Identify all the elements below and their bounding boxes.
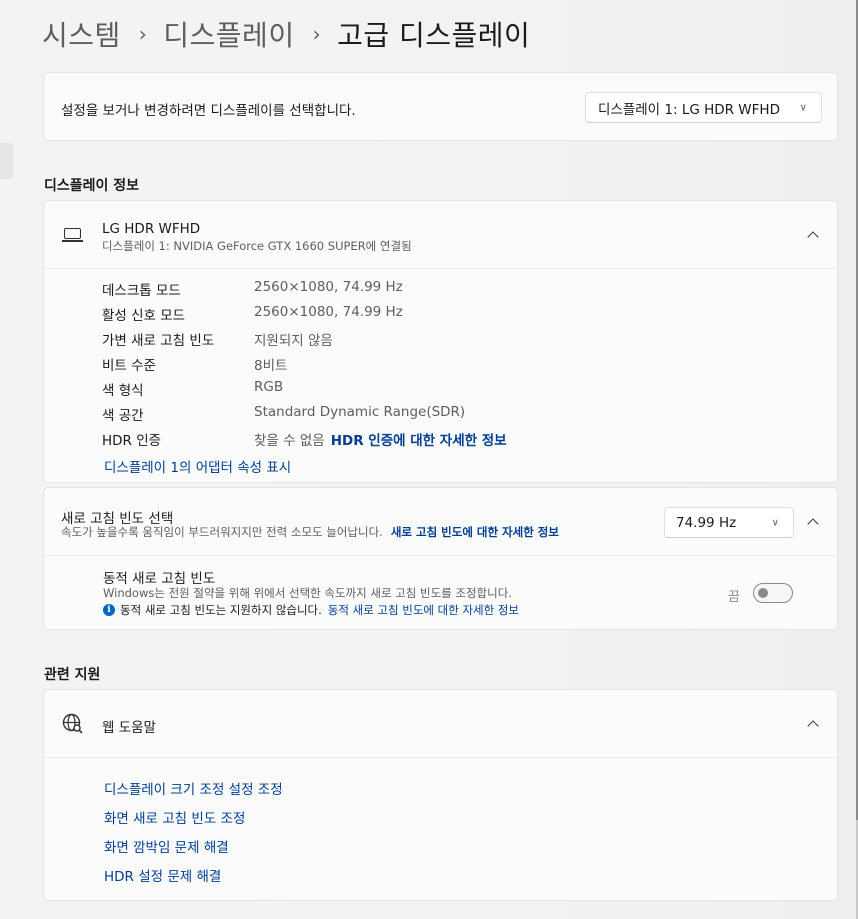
- breadcrumb: 시스템 › 디스플레이 › 고급 디스플레이: [42, 14, 530, 54]
- chevron-up-icon[interactable]: [807, 516, 819, 528]
- spec-value: 찾을 수 없음 HDR 인증에 대한 자세한 정보: [254, 429, 507, 449]
- refresh-rate-desc: 속도가 높을수록 움직임이 부드러워지지만 전력 소모도 늘어납니다. 새로 고침…: [61, 524, 559, 540]
- spec-value: Standard Dynamic Range(SDR): [254, 404, 466, 420]
- spec-value: RGB: [254, 379, 284, 395]
- hdr-cert-link[interactable]: HDR 인증에 대한 자세한 정보: [331, 433, 507, 449]
- spec-key: 활성 신호 모드: [102, 308, 186, 324]
- spec-value: 지원되지 않음: [254, 333, 333, 349]
- dynamic-refresh-info-link[interactable]: 동적 새로 고침 빈도에 대한 자세한 정보: [328, 602, 519, 618]
- spec-row: 데스크톱 모드 2560×1080, 74.99 Hz: [102, 279, 822, 299]
- toggle-state-label: 끔: [728, 590, 740, 605]
- chevron-down-icon: ∨: [799, 102, 807, 113]
- spec-key: 비트 수준: [102, 358, 156, 374]
- refresh-rate-card: 새로 고침 빈도 선택 속도가 높을수록 움직임이 부드러워지지만 전력 소모도…: [43, 487, 838, 630]
- chevron-up-icon[interactable]: [807, 229, 819, 241]
- dynamic-refresh-note: i 동적 새로 고침 빈도는 지원하지 않습니다. 동적 새로 고침 빈도에 대…: [103, 602, 519, 618]
- spec-value: 8비트: [254, 358, 288, 374]
- refresh-rate-value: 74.99 Hz: [676, 514, 737, 531]
- dynamic-refresh-toggle[interactable]: [753, 583, 793, 603]
- dynamic-refresh-note-text: 동적 새로 고침 빈도는 지원하지 않습니다.: [120, 603, 322, 617]
- device-connection: 디스플레이 1: NVIDIA GeForce GTX 1660 SUPER에 …: [102, 239, 412, 253]
- display-dropdown[interactable]: 디스플레이 1: LG HDR WFHD ∨: [585, 92, 822, 123]
- section-title-display-info: 디스플레이 정보: [44, 178, 140, 194]
- breadcrumb-separator: ›: [138, 22, 148, 46]
- breadcrumb-separator: ›: [312, 22, 322, 46]
- chevron-up-icon[interactable]: [807, 718, 819, 730]
- refresh-rate-desc-text: 속도가 높을수록 움직임이 부드러워지지만 전력 소모도 늘어납니다.: [61, 525, 383, 539]
- web-help-header[interactable]: 웹 도움말: [44, 690, 837, 758]
- spec-row: 가변 새로 고침 빈도 지원되지 않음: [102, 329, 822, 349]
- display-select-card: 설정을 보거나 변경하려면 디스플레이를 선택합니다. 디스플레이 1: LG …: [43, 72, 838, 141]
- web-help-title: 웹 도움말: [102, 720, 156, 736]
- globe-search-icon: [62, 713, 83, 734]
- breadcrumb-display[interactable]: 디스플레이: [163, 14, 294, 54]
- page-title: 고급 디스플레이: [337, 19, 531, 52]
- spec-row: 색 공간 Standard Dynamic Range(SDR): [102, 404, 822, 424]
- spec-row: 색 형식 RGB: [102, 379, 822, 399]
- nav-pane-edge: [0, 143, 13, 179]
- spec-key: 색 공간: [102, 408, 144, 424]
- spec-value: 2560×1080, 74.99 Hz: [254, 279, 403, 295]
- refresh-rate-header: 새로 고침 빈도 선택 속도가 높을수록 움직임이 부드러워지지만 전력 소모도…: [44, 488, 837, 556]
- adapter-properties-link[interactable]: 디스플레이 1의 어댑터 속성 표시: [104, 456, 291, 476]
- support-link[interactable]: 화면 깜박임 문제 해결: [104, 836, 229, 856]
- spec-row: HDR 인증 찾을 수 없음 HDR 인증에 대한 자세한 정보: [102, 429, 822, 449]
- spec-key: 가변 새로 고침 빈도: [102, 333, 215, 349]
- display-info-card: LG HDR WFHD 디스플레이 1: NVIDIA GeForce GTX …: [43, 200, 838, 483]
- support-link[interactable]: 디스플레이 크기 조정 설정 조정: [104, 778, 283, 798]
- display-dropdown-value: 디스플레이 1: LG HDR WFHD: [598, 101, 780, 118]
- display-select-label: 설정을 보거나 변경하려면 디스플레이를 선택합니다.: [61, 103, 356, 119]
- monitor-icon: [62, 225, 84, 243]
- refresh-rate-dropdown[interactable]: 74.99 Hz ∨: [664, 507, 794, 538]
- display-info-header[interactable]: LG HDR WFHD 디스플레이 1: NVIDIA GeForce GTX …: [44, 201, 837, 269]
- spec-key: HDR 인증: [102, 433, 162, 449]
- spec-key: 색 형식: [102, 383, 144, 399]
- section-title-related-support: 관련 지원: [44, 667, 101, 683]
- hdr-cert-value: 찾을 수 없음: [254, 433, 325, 449]
- spec-value: 2560×1080, 74.99 Hz: [254, 304, 403, 320]
- chevron-down-icon: ∨: [771, 517, 779, 528]
- refresh-rate-info-link[interactable]: 새로 고침 빈도에 대한 자세한 정보: [391, 525, 559, 539]
- spec-key: 데스크톱 모드: [102, 283, 181, 299]
- dynamic-refresh-title: 동적 새로 고침 빈도: [103, 571, 216, 587]
- spec-row: 활성 신호 모드 2560×1080, 74.99 Hz: [102, 304, 822, 324]
- device-name: LG HDR WFHD: [102, 221, 201, 237]
- related-support-card: 웹 도움말 디스플레이 크기 조정 설정 조정 화면 새로 고침 빈도 조정 화…: [43, 689, 838, 901]
- toggle-knob: [758, 588, 768, 598]
- info-icon: i: [103, 604, 115, 616]
- spec-row: 비트 수준 8비트: [102, 354, 822, 374]
- dynamic-refresh-desc: Windows는 전원 절약을 위해 위에서 선택한 속도까지 새로 고침 빈도…: [103, 586, 512, 600]
- breadcrumb-system[interactable]: 시스템: [42, 14, 121, 54]
- support-link[interactable]: 화면 새로 고침 빈도 조정: [104, 807, 245, 827]
- support-link[interactable]: HDR 설정 문제 해결: [104, 865, 221, 885]
